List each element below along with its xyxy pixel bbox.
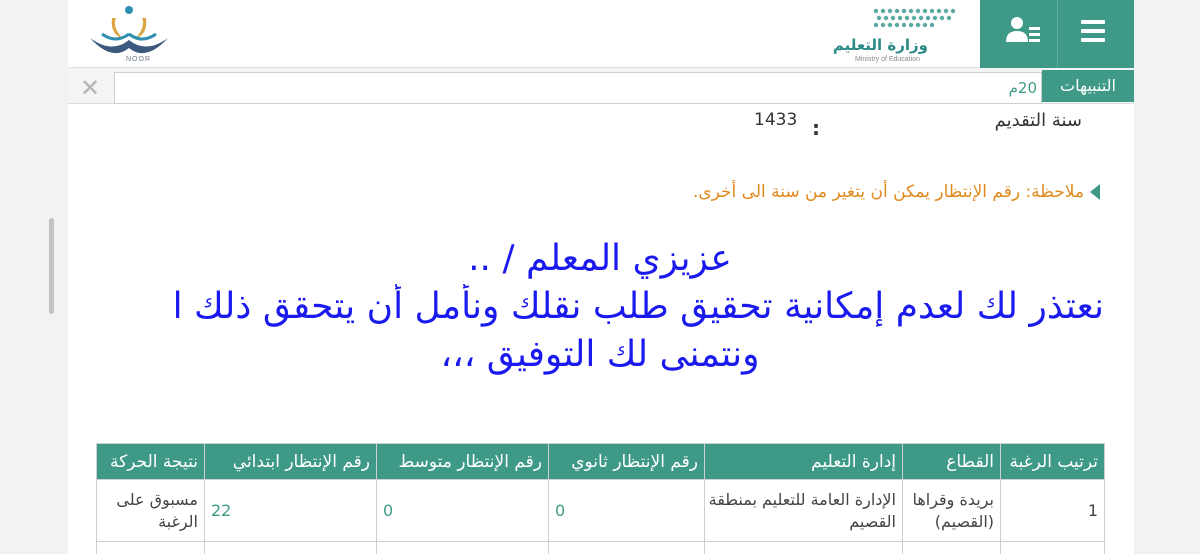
table-row: 1 بريدة وقراها (القصيم) الإدارة العامة ل…: [96, 479, 1105, 542]
column-header-intermediate: رقم الإنتظار متوسط: [376, 443, 549, 480]
column-header-sector: القطاع: [902, 443, 1001, 480]
ministry-subtitle: Ministry of Education: [855, 56, 920, 63]
header-actions: [980, 0, 1134, 68]
cell-secondary: 0: [548, 479, 705, 542]
cell-intermediate: 0: [376, 479, 549, 542]
application-year-colon: :: [812, 116, 820, 140]
cell-primary: 22: [204, 479, 377, 542]
noor-label: NOOR: [126, 56, 151, 63]
application-year-value: 1433: [754, 110, 798, 130]
ministry-name: وزارة التعليم: [832, 36, 928, 54]
column-header-secondary: رقم الإنتظار ثانوي: [548, 443, 705, 480]
table-header-row: ترتيب الرغبة القطاع إدارة التعليم رقم ال…: [96, 443, 1105, 480]
table-row-partial: [96, 541, 1105, 554]
column-header-primary: رقم الإنتظار ابتدائي: [204, 443, 377, 480]
noor-logo[interactable]: NOOR: [82, 4, 176, 64]
notifications-label[interactable]: التنبيهات: [1042, 70, 1134, 102]
note-arrow-icon: [1090, 184, 1100, 200]
cell-result: مسبوق على الرغبة: [96, 479, 205, 542]
top-header: NOOR وزارة التعليم Ministry of Education: [68, 0, 1134, 68]
user-list-icon[interactable]: [1006, 16, 1042, 44]
waiting-number-note: ملاحظة: رقم الإنتظار يمكن أن يتغير من سن…: [693, 182, 1100, 202]
right-margin: [1134, 0, 1200, 554]
message-closing: ونتمنى لك التوفيق ،،،: [440, 334, 760, 375]
column-header-result: نتيجة الحركة: [96, 443, 205, 480]
transfer-results-table: ترتيب الرغبة القطاع إدارة التعليم رقم ال…: [96, 443, 1105, 554]
ministry-logo[interactable]: وزارة التعليم Ministry of Education: [830, 6, 966, 64]
main-content: سنة التقديم : 1433 ملاحظة: رقم الإنتظار …: [96, 104, 1105, 554]
hamburger-menu-icon[interactable]: [1081, 20, 1105, 44]
header-divider: [1057, 0, 1058, 68]
notifications-bar: ✕ 20م التنبيهات: [68, 68, 1134, 104]
close-icon[interactable]: ✕: [68, 72, 112, 104]
cell-sector: بريدة وقراها (القصيم): [902, 479, 1001, 542]
column-header-admin: إدارة التعليم: [704, 443, 903, 480]
note-text: ملاحظة: رقم الإنتظار يمكن أن يتغير من سن…: [692, 182, 1084, 202]
message-greeting: عزيزي المعلم / ..: [468, 238, 732, 279]
scrollbar-thumb[interactable]: [49, 218, 54, 314]
column-header-rank: ترتيب الرغبة: [1000, 443, 1105, 480]
application-year-label: سنة التقديم: [994, 110, 1082, 131]
ministry-dots-icon: [873, 8, 956, 28]
notifications-ticker[interactable]: 20م: [114, 72, 1042, 104]
left-margin: [0, 0, 68, 554]
cell-rank: 1: [1000, 479, 1105, 542]
message-apology: نعتذر لك لعدم إمكانية تحقيق طلب نقلك ونأ…: [172, 286, 1104, 327]
notifications-ticker-text: 20م: [1008, 79, 1037, 97]
cell-admin: الإدارة العامة للتعليم بمنطقة القصيم: [704, 479, 903, 542]
